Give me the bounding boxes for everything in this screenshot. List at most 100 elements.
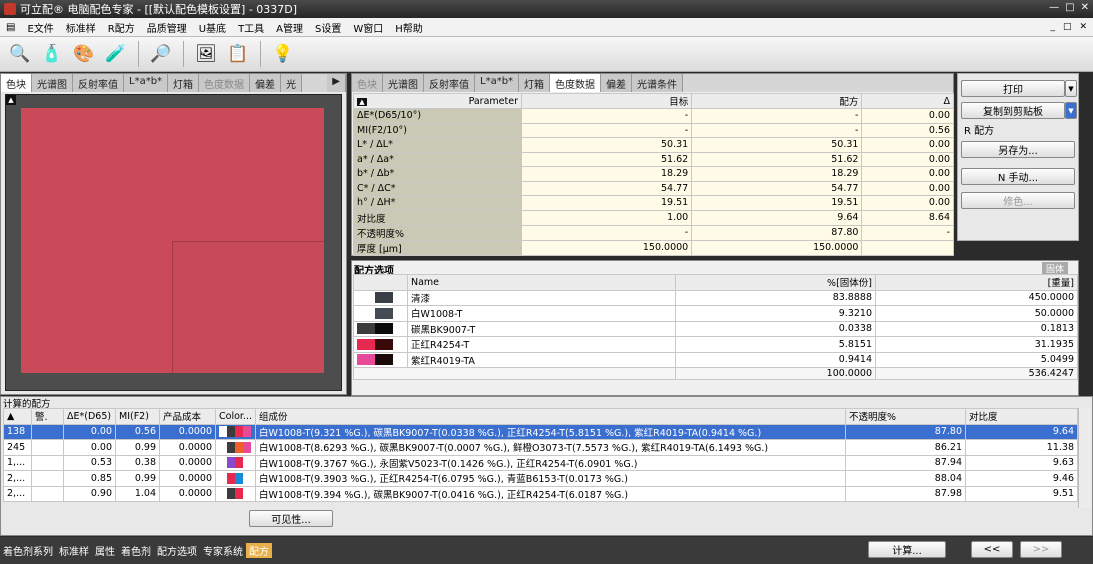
bottom-expert-system[interactable]: 专家系统 xyxy=(200,543,246,558)
colorant-row[interactable]: 紫红R4019-TA 0.9414 5.0499 xyxy=(353,351,1078,368)
tab-lightbox-2[interactable]: 灯箱 xyxy=(519,74,551,92)
app-logo-icon xyxy=(4,3,16,15)
colorant-row[interactable]: 白W1008-T 9.3210 50.0000 xyxy=(353,305,1078,322)
recipe-result-row[interactable]: 2,... 0.90 1.04 0.0000 白W1008-T(9.394 %G.), … xyxy=(3,485,1078,502)
parameter-value: 0.00 xyxy=(861,108,954,124)
tab-scroll-right-icon[interactable]: ▶ xyxy=(327,74,346,92)
correct-button[interactable]: 修色... xyxy=(961,192,1075,209)
copy-dropdown-icon[interactable]: ▼ xyxy=(1065,102,1077,119)
column-header[interactable]: 配方 xyxy=(691,93,863,109)
menu-help[interactable]: H帮助 xyxy=(389,20,429,35)
tab-spectral-conditions[interactable]: 光谱条件 xyxy=(632,74,684,92)
column-header[interactable]: %[固体份] xyxy=(675,274,876,291)
column-header[interactable]: Color... xyxy=(215,408,256,425)
menu-substrate[interactable]: U基底 xyxy=(193,20,232,35)
menu-standard[interactable]: 标准样 xyxy=(60,20,102,35)
column-header[interactable]: [重量] xyxy=(875,274,1078,291)
recipe-result-row[interactable]: 2,... 0.85 0.99 0.0000 白W1008-T(9.3903 %G.),… xyxy=(3,470,1078,487)
parameter-value: 0.00 xyxy=(861,137,954,153)
tab-colorimetric-2[interactable]: 色度数据 xyxy=(550,74,602,92)
recipe-result-row[interactable]: 245 0.00 0.99 0.0000 白W1008-T(8.6293 %G.), 碳… xyxy=(3,439,1078,456)
save-as-button[interactable]: 另存为... xyxy=(961,141,1075,158)
sort-column-header[interactable]: ▲ xyxy=(3,408,32,425)
swatch-background: ▲ xyxy=(5,94,342,391)
menu-quality[interactable]: 品质管理 xyxy=(141,20,193,35)
tab-lightbox[interactable]: 灯箱 xyxy=(168,74,200,92)
total-weight: 536.4247 xyxy=(875,367,1078,380)
bottom-recipe-options[interactable]: 配方选项 xyxy=(154,543,200,558)
tab-reflectance-2[interactable]: 反射率值 xyxy=(424,74,475,92)
mdi-restore-button[interactable]: □ xyxy=(1063,22,1072,32)
result-contrast: 9.63 xyxy=(965,454,1078,471)
column-header[interactable]: ΔE*(D65) xyxy=(63,408,116,425)
column-header[interactable]: ▲ Parameter xyxy=(353,93,522,109)
colorant-row[interactable]: 清漆 83.8888 450.0000 xyxy=(353,289,1078,306)
print-dropdown-icon[interactable]: ▼ xyxy=(1065,80,1077,97)
previous-button[interactable]: << xyxy=(971,541,1013,558)
bottom-colorant-series[interactable]: 着色剂系列 xyxy=(0,543,56,558)
menu-window[interactable]: W窗口 xyxy=(347,20,389,35)
colorant-row[interactable]: 碳黑BK9007-T 0.0338 0.1813 xyxy=(353,320,1078,337)
print-button[interactable]: 打印 xyxy=(961,80,1065,97)
calculate-button[interactable]: 计算... xyxy=(868,541,946,558)
bottom-properties[interactable]: 属性 xyxy=(92,543,118,558)
column-header[interactable]: 警. xyxy=(31,408,64,425)
colorant-row[interactable]: 正红R4254-T 5.8151 31.1935 xyxy=(353,336,1078,353)
tab-more[interactable]: 光 xyxy=(281,74,303,92)
tab-colorimetric[interactable]: 色度数据 xyxy=(199,74,251,92)
tab-spectrum[interactable]: 光谱图 xyxy=(32,74,73,92)
column-header[interactable]: 不透明度% xyxy=(845,408,966,425)
colorant-bottle-icon[interactable]: 🧴 xyxy=(38,40,66,68)
results-scrollbar[interactable] xyxy=(1078,408,1091,508)
column-header[interactable]: Δ xyxy=(861,93,954,109)
visibility-button[interactable]: 可见性... xyxy=(249,510,333,527)
bottom-colorant[interactable]: 着色剂 xyxy=(118,543,154,558)
tab-lab-2[interactable]: L*a*b* xyxy=(475,74,520,92)
column-header[interactable]: 目标 xyxy=(520,93,693,109)
column-header[interactable]: 产品成本 xyxy=(159,408,216,425)
collapse-icon[interactable]: ▲ xyxy=(357,97,367,106)
menu-tools[interactable]: T工具 xyxy=(232,20,270,35)
clipboard-icon[interactable]: 📋 xyxy=(224,40,252,68)
minimize-button[interactable]: — xyxy=(1049,2,1059,13)
tab-reflectance[interactable]: 反射率值 xyxy=(73,74,124,92)
maximize-button[interactable]: □ xyxy=(1065,2,1074,13)
parameter-value: - xyxy=(520,108,693,124)
tab-deviation[interactable]: 偏差 xyxy=(250,74,282,92)
tab-deviation-2[interactable]: 偏差 xyxy=(601,74,633,92)
palette-icon[interactable]: 🎨 xyxy=(70,40,98,68)
search-standard-icon[interactable]: 🔍 xyxy=(6,40,34,68)
collapse-icon[interactable]: ▲ xyxy=(6,95,16,105)
bottom-recipe[interactable]: 配方 xyxy=(246,543,272,558)
tab-spectrum-2[interactable]: 光谱图 xyxy=(383,74,424,92)
menu-settings[interactable]: S设置 xyxy=(309,20,347,35)
flask-icon[interactable]: 🧪 xyxy=(102,40,130,68)
manual-button[interactable]: N 手动... xyxy=(961,168,1075,185)
image-icon[interactable]: 🖼 xyxy=(192,40,220,68)
column-header[interactable]: MI(F2) xyxy=(115,408,160,425)
recipe-result-row[interactable]: 138 0.00 0.56 0.0000 白W1008-T(9.321 %G.), 碳黑… xyxy=(3,423,1078,440)
mdi-minimize-button[interactable]: _ xyxy=(1050,22,1055,32)
copy-clipboard-button[interactable]: 复制到剪贴板 xyxy=(961,102,1065,119)
lightbulb-icon[interactable]: 💡 xyxy=(269,40,297,68)
next-button[interactable]: >> xyxy=(1020,541,1062,558)
mdi-close-button[interactable]: ✕ xyxy=(1079,22,1087,32)
tab-swatch[interactable]: 色块 xyxy=(1,74,32,92)
tab-lab[interactable]: L*a*b* xyxy=(124,74,169,92)
column-header[interactable]: Name xyxy=(407,274,676,291)
menu-admin[interactable]: A管理 xyxy=(270,20,309,35)
result-contrast: 9.46 xyxy=(965,470,1078,487)
tab-swatch-2[interactable]: 色块 xyxy=(352,74,383,92)
parameter-value: - xyxy=(861,224,954,241)
menu-file[interactable]: E文件 xyxy=(21,20,59,35)
bottom-standard[interactable]: 标准样 xyxy=(56,543,92,558)
column-header[interactable]: 组成份 xyxy=(255,408,846,425)
parameter-row: C* / ΔC* 54.77 54.77 0.00 xyxy=(353,180,954,196)
menu-doc-icon[interactable]: ▤ xyxy=(0,22,21,33)
column-header[interactable]: 对比度 xyxy=(965,408,1078,425)
colorant-swatch xyxy=(353,351,408,368)
recipe-result-row[interactable]: 1,... 0.53 0.38 0.0000 白W1008-T(9.3767 %G.),… xyxy=(3,454,1078,471)
close-button[interactable]: ✕ xyxy=(1081,2,1089,13)
magnifier-icon[interactable]: 🔎 xyxy=(147,40,175,68)
menu-recipe[interactable]: R配方 xyxy=(102,20,141,35)
